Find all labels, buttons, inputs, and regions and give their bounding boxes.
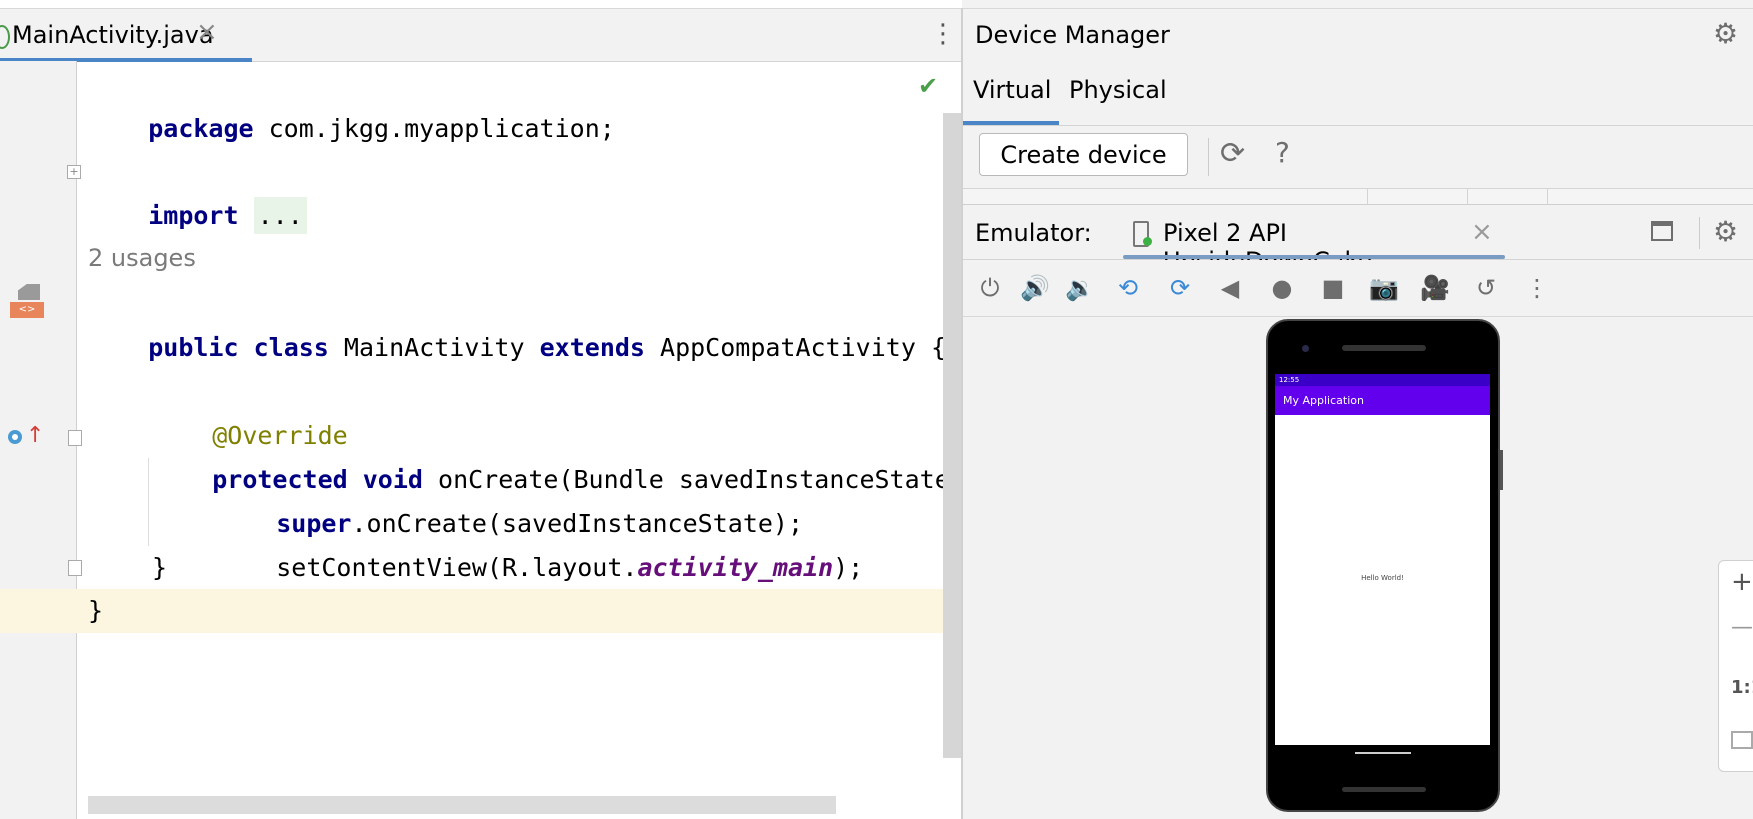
more-options-icon[interactable]: ⋮ — [930, 19, 956, 49]
indent-guide — [148, 458, 149, 546]
code-line-1[interactable]: package com.jkgg.myapplication; — [88, 63, 615, 143]
record-icon[interactable]: 🎥 — [1418, 271, 1452, 305]
code-line-12[interactable]: } — [152, 546, 167, 590]
bottom-speaker — [1342, 787, 1426, 792]
back-icon[interactable]: ◀ — [1213, 271, 1247, 305]
rotate-left-icon[interactable]: ⟲ — [1111, 271, 1145, 305]
no-problems-check-icon: ✔ — [918, 72, 939, 100]
toolbar-separator — [1699, 217, 1700, 249]
close-tab-icon[interactable]: × — [196, 17, 218, 47]
zoom-in-button[interactable]: + — [1731, 567, 1753, 597]
code-editor: MainActivity.java × ⋮ + <> ↑ package com… — [0, 0, 965, 819]
emulator-label: Emulator: — [975, 219, 1092, 247]
tab-physical[interactable]: Physical — [1065, 62, 1175, 125]
gear-icon[interactable]: ⚙ — [1713, 17, 1738, 50]
front-camera — [1302, 345, 1309, 352]
layout-xml-icon[interactable]: <> — [10, 284, 44, 320]
status-time: 12:55 — [1279, 376, 1300, 384]
vertical-scrollbar[interactable] — [943, 113, 961, 758]
caret-line-highlight — [76, 589, 962, 633]
tab-physical-label: Physical — [1069, 76, 1167, 104]
code-line-11[interactable]: setContentView(R.layout.activity_main); — [216, 502, 863, 582]
side-button — [1500, 450, 1503, 490]
tab-label: MainActivity.java — [12, 21, 214, 49]
screenshot-icon[interactable]: 📷 — [1367, 271, 1401, 305]
active-tab-indicator — [1123, 255, 1505, 259]
usages-hint[interactable]: 2 usages — [88, 244, 196, 272]
device-table-header — [963, 188, 1753, 205]
more-icon[interactable]: ⋮ — [1520, 271, 1554, 305]
code-line-9[interactable]: protected void onCreate(Bundle savedInst… — [152, 414, 965, 494]
volume-down-icon[interactable]: 🔉 — [1063, 271, 1097, 305]
active-tab-indicator — [963, 121, 1059, 125]
snapshot-icon[interactable]: ↺ — [1469, 271, 1503, 305]
maximize-icon[interactable] — [1651, 221, 1673, 241]
tab-main-activity[interactable]: MainActivity.java × — [0, 9, 252, 62]
tab-virtual[interactable]: Virtual — [963, 62, 1059, 125]
home-icon[interactable]: ● — [1265, 271, 1299, 305]
zoom-panel: + — 1:1 — [1718, 560, 1753, 772]
folded-imports[interactable]: ... — [253, 197, 307, 234]
code-line-10[interactable]: super.onCreate(savedInstanceState); — [216, 458, 803, 538]
code-line-13[interactable]: } — [88, 589, 103, 633]
app-title: My Application — [1283, 394, 1364, 407]
close-device-tab-icon[interactable]: × — [1471, 217, 1493, 247]
fold-method-end-icon[interactable] — [68, 560, 82, 576]
toolbar-separator — [1208, 138, 1209, 176]
code-line-8[interactable]: @Override — [152, 370, 347, 450]
volume-up-icon[interactable]: 🔊 — [1018, 271, 1052, 305]
gesture-handle — [1355, 752, 1411, 754]
earpiece — [1342, 345, 1426, 351]
emulator-toolbar: ⏻ 🔊 🔉 ⟲ ⟳ ◀ ● ■ 📷 🎥 ↺ ⋮ — [963, 260, 1753, 317]
phone-status-bar: 12:55 — [1275, 374, 1490, 386]
phone-nav-bar[interactable] — [1275, 745, 1490, 785]
tab-virtual-label: Virtual — [973, 76, 1052, 104]
phone-screen[interactable]: Hello World! — [1275, 374, 1490, 745]
zoom-actual-size-button[interactable]: 1:1 — [1731, 677, 1753, 698]
code-line-6[interactable]: public class MainActivity extends AppCom… — [88, 282, 946, 362]
fit-screen-icon[interactable] — [1731, 731, 1753, 749]
java-file-icon — [0, 25, 10, 49]
zoom-out-button[interactable]: — — [1731, 615, 1753, 640]
hello-world-text: Hello World! — [1361, 574, 1404, 582]
rotate-right-icon[interactable]: ⟳ — [1163, 271, 1197, 305]
help-icon[interactable]: ? — [1275, 136, 1290, 169]
code-line-3[interactable]: import ... — [88, 150, 307, 234]
device-tab[interactable]: Pixel 2 API UpsideDownCake × — [1123, 205, 1505, 275]
fold-method-start-icon[interactable] — [68, 430, 82, 446]
fold-import-icon[interactable]: + — [67, 165, 81, 179]
device-manager-tabs: Virtual Physical — [963, 62, 1753, 126]
editor-tab-bar: MainActivity.java × ⋮ — [0, 8, 962, 62]
device-manager-header: Device Manager ⚙ — [963, 8, 1753, 61]
create-device-button[interactable]: Create device — [979, 133, 1188, 176]
running-indicator — [1143, 237, 1152, 246]
power-icon[interactable]: ⏻ — [973, 271, 1007, 305]
horizontal-scrollbar[interactable] — [88, 796, 836, 814]
override-method-icon[interactable]: ↑ — [8, 424, 44, 450]
emulator-header: Emulator: Pixel 2 API UpsideDownCake × ⚙ — [963, 204, 1753, 275]
device-manager-title: Device Manager — [975, 21, 1170, 49]
overview-icon[interactable]: ■ — [1316, 271, 1350, 305]
phone-app-bar: My Application — [1275, 386, 1490, 415]
gear-icon[interactable]: ⚙ — [1713, 215, 1738, 248]
caret-row-gutter — [0, 589, 76, 633]
refresh-icon[interactable]: ⟳ — [1220, 136, 1245, 171]
